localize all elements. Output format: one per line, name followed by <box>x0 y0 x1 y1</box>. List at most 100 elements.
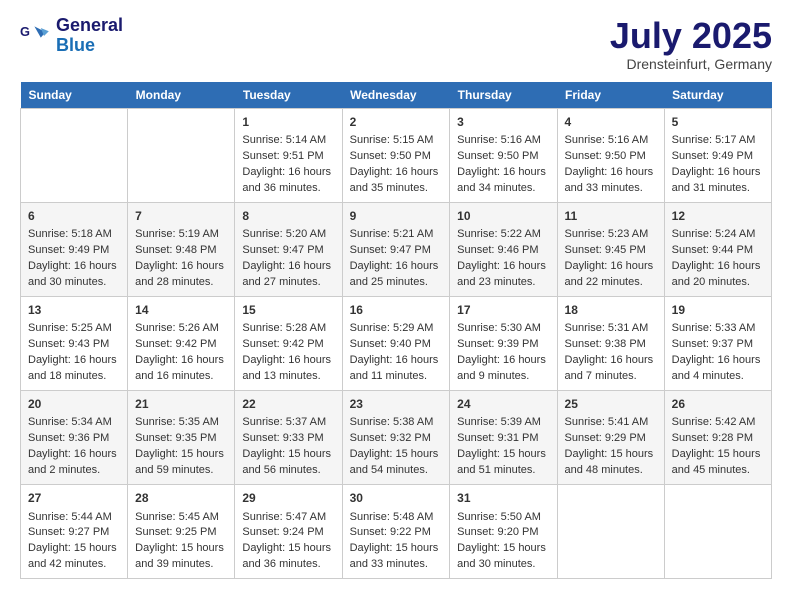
daylight-text: Daylight: 15 hours and 54 minutes. <box>350 448 439 476</box>
calendar-cell: 6Sunrise: 5:18 AMSunset: 9:49 PMDaylight… <box>21 202 128 296</box>
day-number: 4 <box>565 114 657 131</box>
calendar-cell <box>21 108 128 202</box>
sunrise-text: Sunrise: 5:39 AM <box>457 416 541 428</box>
daylight-text: Daylight: 15 hours and 39 minutes. <box>135 542 224 570</box>
sunset-text: Sunset: 9:48 PM <box>135 244 216 256</box>
day-number: 3 <box>457 114 549 131</box>
sunset-text: Sunset: 9:27 PM <box>28 526 109 538</box>
calendar-week-1: 1Sunrise: 5:14 AMSunset: 9:51 PMDaylight… <box>21 108 772 202</box>
day-number: 1 <box>242 114 334 131</box>
sunrise-text: Sunrise: 5:18 AM <box>28 228 112 240</box>
calendar-cell <box>664 485 771 579</box>
day-number: 14 <box>135 302 227 319</box>
location: Drensteinfurt, Germany <box>610 56 772 72</box>
calendar-cell: 25Sunrise: 5:41 AMSunset: 9:29 PMDayligh… <box>557 391 664 485</box>
sunset-text: Sunset: 9:20 PM <box>457 526 538 538</box>
calendar-cell: 21Sunrise: 5:35 AMSunset: 9:35 PMDayligh… <box>128 391 235 485</box>
day-number: 2 <box>350 114 443 131</box>
daylight-text: Daylight: 16 hours and 35 minutes. <box>350 166 439 194</box>
daylight-text: Daylight: 16 hours and 36 minutes. <box>242 166 331 194</box>
calendar-cell: 4Sunrise: 5:16 AMSunset: 9:50 PMDaylight… <box>557 108 664 202</box>
sunset-text: Sunset: 9:40 PM <box>350 338 431 350</box>
sunrise-text: Sunrise: 5:50 AM <box>457 511 541 523</box>
day-number: 8 <box>242 208 334 225</box>
sunset-text: Sunset: 9:47 PM <box>242 244 323 256</box>
daylight-text: Daylight: 15 hours and 48 minutes. <box>565 448 654 476</box>
day-number: 5 <box>672 114 764 131</box>
sunset-text: Sunset: 9:45 PM <box>565 244 646 256</box>
sunrise-text: Sunrise: 5:35 AM <box>135 416 219 428</box>
calendar-cell: 24Sunrise: 5:39 AMSunset: 9:31 PMDayligh… <box>450 391 557 485</box>
sunrise-text: Sunrise: 5:17 AM <box>672 134 756 146</box>
logo-text: GeneralBlue <box>56 16 123 56</box>
day-number: 26 <box>672 396 764 413</box>
calendar-cell <box>557 485 664 579</box>
calendar-table: Sunday Monday Tuesday Wednesday Thursday… <box>20 82 772 580</box>
sunset-text: Sunset: 9:43 PM <box>28 338 109 350</box>
day-number: 20 <box>28 396 120 413</box>
day-number: 21 <box>135 396 227 413</box>
sunrise-text: Sunrise: 5:31 AM <box>565 322 649 334</box>
sunrise-text: Sunrise: 5:16 AM <box>565 134 649 146</box>
calendar-cell: 1Sunrise: 5:14 AMSunset: 9:51 PMDaylight… <box>235 108 342 202</box>
daylight-text: Daylight: 16 hours and 7 minutes. <box>565 354 654 382</box>
calendar-cell: 10 Sunrise: 5:22 AM Sunset: 9:46 PM Dayligh… <box>450 202 557 296</box>
month-title: July 2025 <box>610 16 772 56</box>
sunset-text: Sunset: 9:47 PM <box>350 244 431 256</box>
sunset-text: Sunset: 9:35 PM <box>135 432 216 444</box>
calendar-cell: 31Sunrise: 5:50 AMSunset: 9:20 PMDayligh… <box>450 485 557 579</box>
daylight-text: Daylight: 15 hours and 30 minutes. <box>457 542 546 570</box>
sunrise-text: Sunrise: 5:28 AM <box>242 322 326 334</box>
calendar-cell: 23Sunrise: 5:38 AMSunset: 9:32 PMDayligh… <box>342 391 450 485</box>
calendar-cell: 30Sunrise: 5:48 AMSunset: 9:22 PMDayligh… <box>342 485 450 579</box>
calendar-cell: 18Sunrise: 5:31 AMSunset: 9:38 PMDayligh… <box>557 296 664 390</box>
day-number: 11 <box>565 208 657 225</box>
calendar-cell: 17Sunrise: 5:30 AMSunset: 9:39 PMDayligh… <box>450 296 557 390</box>
daylight-text: Daylight: 16 hours and 28 minutes. <box>135 260 224 288</box>
sunrise-text: Sunrise: 5:29 AM <box>350 322 434 334</box>
sunrise-text: Sunrise: 5:42 AM <box>672 416 756 428</box>
day-number: 16 <box>350 302 443 319</box>
sunset-text: Sunset: 9:33 PM <box>242 432 323 444</box>
day-number: 7 <box>135 208 227 225</box>
calendar-cell: 20Sunrise: 5:34 AMSunset: 9:36 PMDayligh… <box>21 391 128 485</box>
sunrise-text: Sunrise: 5:23 AM <box>565 228 649 240</box>
sunset-text: Sunset: 9:37 PM <box>672 338 753 350</box>
sunrise-text: Sunrise: 5:44 AM <box>28 511 112 523</box>
day-number: 24 <box>457 396 549 413</box>
logo-icon: G <box>20 20 52 52</box>
calendar-cell: 8Sunrise: 5:20 AMSunset: 9:47 PMDaylight… <box>235 202 342 296</box>
sunrise-text: Sunrise: 5:33 AM <box>672 322 756 334</box>
calendar-cell: 19 Sunrise: 5:33 AM Sunset: 9:37 PM Dayligh… <box>664 296 771 390</box>
daylight-text: Daylight: 16 hours and 23 minutes. <box>457 260 546 288</box>
sunrise-text: Sunrise: 5:22 AM <box>457 228 541 240</box>
sunrise-text: Sunrise: 5:48 AM <box>350 511 434 523</box>
daylight-text: Daylight: 16 hours and 16 minutes. <box>135 354 224 382</box>
sunrise-text: Sunrise: 5:47 AM <box>242 511 326 523</box>
sunset-text: Sunset: 9:32 PM <box>350 432 431 444</box>
daylight-text: Daylight: 16 hours and 30 minutes. <box>28 260 117 288</box>
header-monday: Monday <box>128 82 235 109</box>
calendar-week-4: 20Sunrise: 5:34 AMSunset: 9:36 PMDayligh… <box>21 391 772 485</box>
day-number: 13 <box>28 302 120 319</box>
sunset-text: Sunset: 9:29 PM <box>565 432 646 444</box>
day-number: 10 <box>457 208 549 225</box>
sunset-text: Sunset: 9:46 PM <box>457 244 538 256</box>
header-friday: Friday <box>557 82 664 109</box>
header-sunday: Sunday <box>21 82 128 109</box>
day-number: 12 <box>672 208 764 225</box>
calendar-cell <box>128 108 235 202</box>
daylight-text: Daylight: 16 hours and 25 minutes. <box>350 260 439 288</box>
header-thursday: Thursday <box>450 82 557 109</box>
daylight-text: Daylight: 16 hours and 11 minutes. <box>350 354 439 382</box>
calendar-cell: 5Sunrise: 5:17 AMSunset: 9:49 PMDaylight… <box>664 108 771 202</box>
sunrise-text: Sunrise: 5:24 AM <box>672 228 756 240</box>
daylight-text: Daylight: 16 hours and 2 minutes. <box>28 448 117 476</box>
day-number: 19 <box>672 302 764 319</box>
calendar-cell: 3Sunrise: 5:16 AMSunset: 9:50 PMDaylight… <box>450 108 557 202</box>
sunrise-text: Sunrise: 5:38 AM <box>350 416 434 428</box>
calendar-cell: 14Sunrise: 5:26 AMSunset: 9:42 PMDayligh… <box>128 296 235 390</box>
daylight-text: Daylight: 16 hours and 4 minutes. <box>672 354 761 382</box>
sunrise-text: Sunrise: 5:25 AM <box>28 322 112 334</box>
calendar-cell: 27Sunrise: 5:44 AMSunset: 9:27 PMDayligh… <box>21 485 128 579</box>
